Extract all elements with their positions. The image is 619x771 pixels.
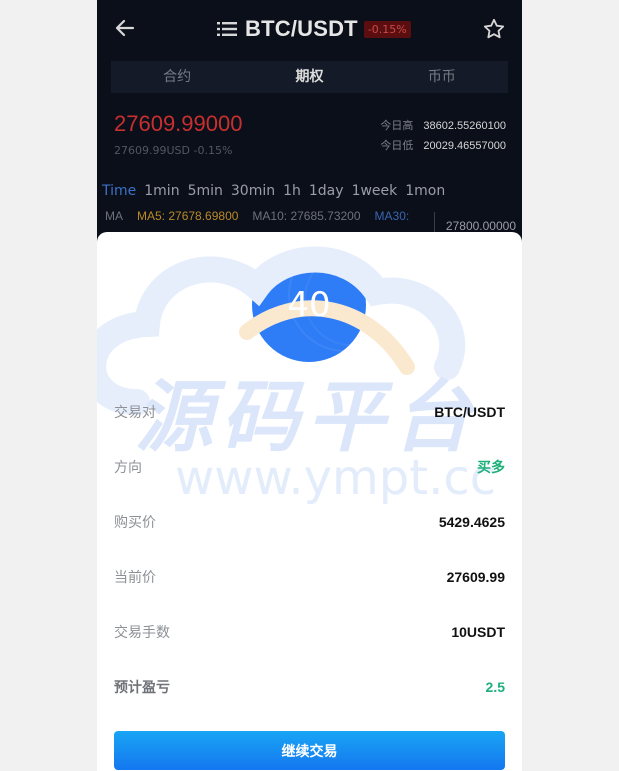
detail-row-pair: 交易对 BTC/USDT: [114, 384, 505, 439]
interval-time[interactable]: Time: [102, 183, 136, 199]
back-arrow-icon[interactable]: [113, 16, 137, 40]
day-low-value: 20029.46557000: [423, 140, 506, 152]
detail-value: 5429.4625: [438, 513, 505, 530]
detail-key: 交易手数: [114, 624, 170, 641]
pair-title: BTC/USDT: [245, 16, 358, 41]
ma-label: MA: [105, 209, 123, 223]
detail-row-current-price: 当前价 27609.99: [114, 549, 505, 604]
detail-key: 购买价: [114, 514, 156, 531]
detail-key: 交易对: [114, 404, 156, 421]
moving-average-row: MA MA5: 27678.69800 MA10: 27685.73200 MA…: [105, 209, 423, 223]
title-group[interactable]: BTC/USDT -0.15%: [217, 15, 411, 43]
detail-key: 当前价: [114, 569, 156, 586]
order-sheet: 源码平台 www.ympt.cc 40 交易对 BTC/USDT 方向 买多 购…: [97, 232, 522, 771]
detail-value: 买多: [477, 458, 505, 475]
continue-trading-button[interactable]: 继续交易: [114, 731, 505, 770]
interval-1min[interactable]: 1min: [144, 183, 179, 199]
countdown-value: 40: [287, 285, 331, 325]
star-icon[interactable]: [482, 17, 506, 41]
change-badge: -0.15%: [363, 20, 411, 38]
detail-value: 2.5: [485, 678, 505, 695]
order-details: 交易对 BTC/USDT 方向 买多 购买价 5429.4625 当前价 276…: [114, 384, 505, 714]
detail-key: 方向: [114, 459, 142, 476]
detail-row-estimated-pnl: 预计盈亏 2.5: [114, 659, 505, 714]
ma10-value: MA10: 27685.73200: [252, 209, 361, 223]
ma5-value: MA5: 27678.69800: [137, 209, 239, 223]
tab-options[interactable]: 期权: [243, 61, 375, 93]
price-axis-value: 27800.00000: [445, 219, 516, 233]
interval-1day[interactable]: 1day: [309, 183, 344, 199]
interval-5min[interactable]: 5min: [188, 183, 223, 199]
tab-contract[interactable]: 合约: [111, 61, 243, 93]
market-tabs: 合约 期权 币币: [111, 61, 508, 93]
interval-selector: Time 1min 5min 30min 1h 1day 1week 1mon: [102, 183, 453, 199]
detail-key: 预计盈亏: [114, 679, 170, 696]
interval-30min[interactable]: 30min: [231, 183, 275, 199]
price-subtext: 27609.99USD -0.15%: [114, 144, 233, 157]
top-bar: BTC/USDT -0.15%: [97, 0, 522, 58]
phone-frame: BTC/USDT -0.15% 合约 期权 币币 27609.99000 276…: [97, 0, 522, 771]
ma30-value: MA30:: [374, 209, 410, 223]
tab-spot[interactable]: 币币: [376, 61, 508, 93]
last-price: 27609.99000: [114, 111, 243, 136]
day-low: 今日低 20029.46557000: [380, 137, 506, 153]
detail-value: 10USDT: [451, 623, 505, 640]
day-high-label: 今日高: [380, 120, 414, 132]
detail-value: 27609.99: [446, 568, 505, 585]
countdown-timer: 40: [252, 248, 366, 362]
interval-1h[interactable]: 1h: [283, 183, 301, 199]
interval-1week[interactable]: 1week: [352, 183, 398, 199]
list-menu-icon[interactable]: [217, 21, 237, 37]
day-low-label: 今日低: [380, 140, 414, 152]
detail-row-buy-price: 购买价 5429.4625: [114, 494, 505, 549]
interval-1mon[interactable]: 1mon: [405, 183, 445, 199]
detail-value: BTC/USDT: [434, 403, 505, 420]
axis-divider: [434, 212, 435, 232]
day-high: 今日高 38602.55260100: [380, 117, 506, 133]
detail-row-direction: 方向 买多: [114, 439, 505, 494]
day-high-value: 38602.55260100: [423, 120, 506, 132]
detail-row-lots: 交易手数 10USDT: [114, 604, 505, 659]
